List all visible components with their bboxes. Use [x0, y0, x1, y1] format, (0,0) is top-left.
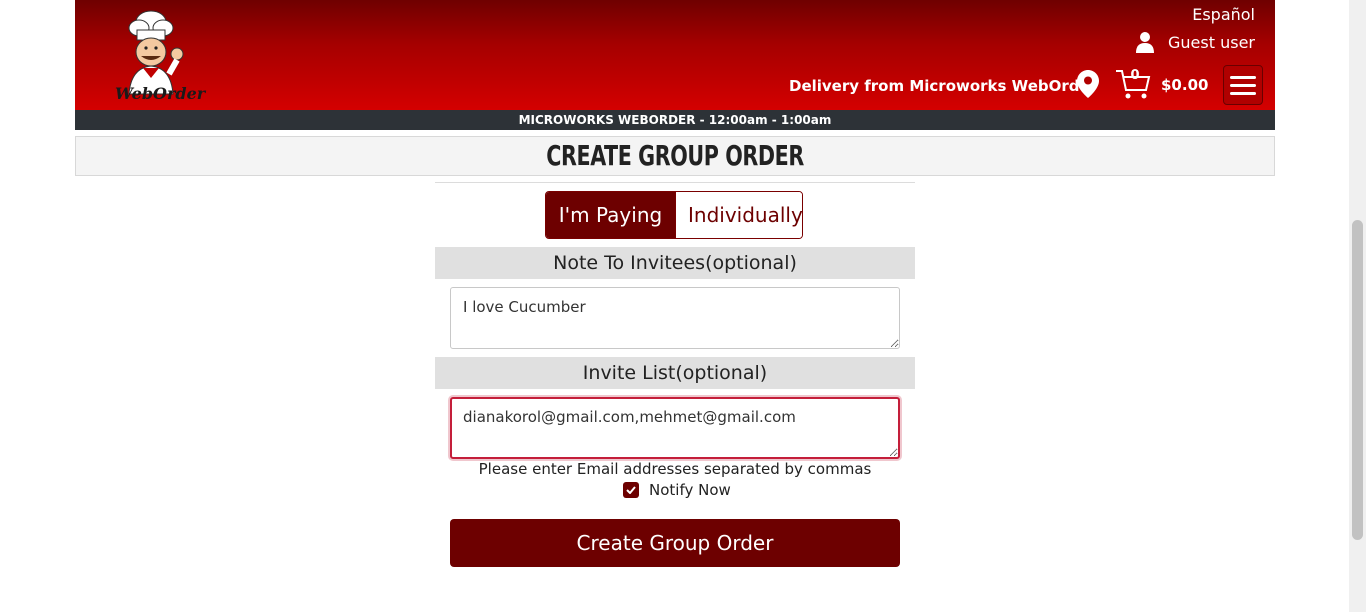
language-link[interactable]: Español — [1192, 5, 1255, 24]
user-label: Guest user — [1168, 32, 1255, 52]
menu-bar-icon — [1230, 83, 1256, 87]
user-menu[interactable]: Guest user — [1136, 31, 1255, 53]
payment-toggle: I'm Paying Individually — [545, 191, 803, 239]
cart-total[interactable]: $0.00 — [1161, 76, 1208, 94]
notify-now-label: Notify Now — [649, 481, 731, 499]
hamburger-menu-button[interactable] — [1223, 65, 1263, 105]
cart-count-badge: 0 — [1130, 68, 1140, 83]
page-title: CREATE GROUP ORDER — [546, 139, 804, 172]
page-scrollbar[interactable] — [1349, 0, 1366, 612]
divider — [435, 182, 915, 183]
weborder-logo[interactable]: WebOrder — [111, 4, 211, 106]
invite-list-label: Invite List(optional) — [435, 357, 915, 389]
site-header: WebOrder Español Guest user Delivery fro… — [75, 0, 1275, 110]
notify-now-checkbox[interactable]: Notify Now — [623, 481, 731, 499]
page-container: WebOrder Español Guest user Delivery fro… — [75, 0, 1275, 612]
delivery-location[interactable]: Delivery from Microworks WebOrder — [789, 77, 1097, 95]
create-group-order-button[interactable]: Create Group Order — [450, 519, 900, 567]
store-hours-bar: MICROWORKS WEBORDER - 12:00am - 1:00am — [75, 110, 1275, 130]
invite-list-field[interactable]: dianakorol@gmail.com,mehmet@gmail.com — [450, 397, 900, 459]
menu-bar-icon — [1230, 91, 1256, 95]
group-order-form: I'm Paying Individually Note To Invitees… — [435, 182, 915, 567]
user-icon — [1136, 32, 1155, 53]
page-title-bar: CREATE GROUP ORDER — [75, 136, 1275, 176]
location-pin-icon[interactable] — [1077, 70, 1099, 98]
menu-bar-icon — [1230, 75, 1256, 79]
checkbox-checked-icon[interactable] — [623, 482, 639, 498]
im-paying-option[interactable]: I'm Paying — [546, 192, 675, 238]
individually-option[interactable]: Individually — [675, 192, 802, 238]
note-section-label: Note To Invitees(optional) — [435, 247, 915, 279]
invite-hint-text: Please enter Email addresses separated b… — [478, 460, 872, 478]
note-to-invitees-field[interactable]: I love Cucumber — [450, 287, 900, 349]
scrollbar-thumb[interactable] — [1352, 220, 1363, 540]
logo-text: WebOrder — [115, 84, 206, 103]
